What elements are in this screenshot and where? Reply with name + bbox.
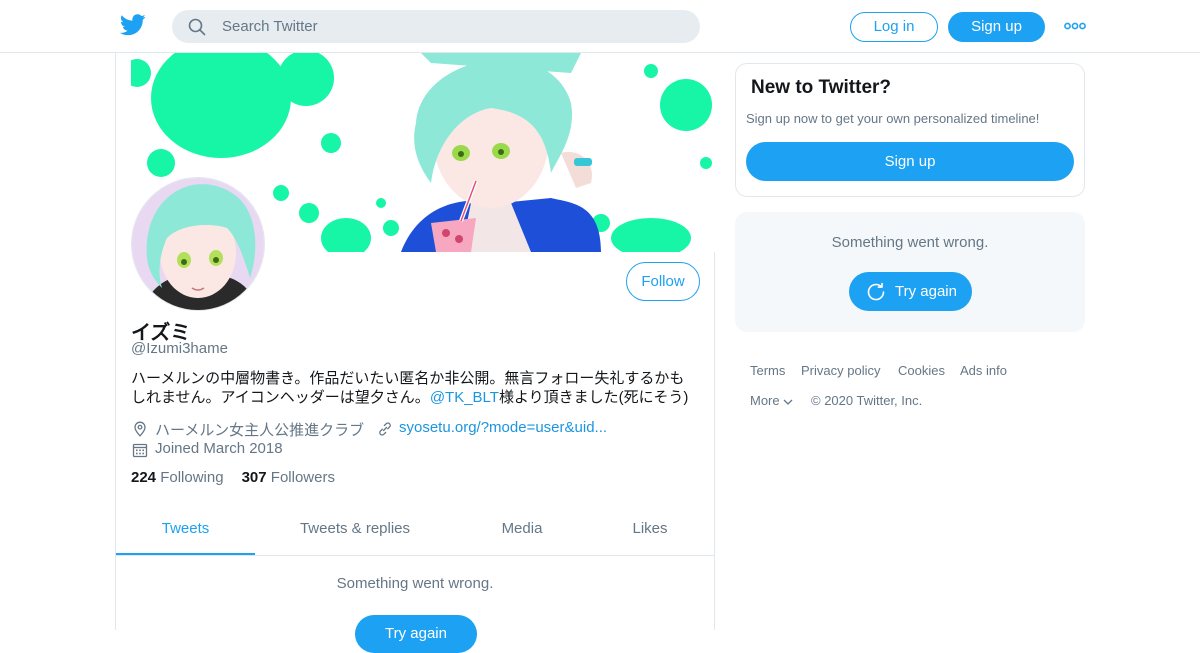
sidebar-error-message: Something went wrong. [831,234,989,251]
feed-try-again-button[interactable]: Try again [355,615,477,653]
footer-link-privacy[interactable]: Privacy policy [801,363,880,378]
profile-bio: ハーメルンの中層物書き。作品だいたい匿名か非公開。無言フォロー失礼するかも しれ… [131,369,701,407]
bio-line-1: ハーメルンの中層物書き。作品だいたい匿名か非公開。無言フォロー失礼するかも [131,370,685,387]
tab-tweets-and-replies[interactable]: Tweets & replies [285,506,425,555]
profile-joined-date: Joined March 2018 [155,440,283,457]
feed-try-again-label: Try again [385,625,447,642]
login-button[interactable]: Log in [850,12,938,42]
calendar-icon [132,443,148,458]
footer-link-ads-info[interactable]: Ads info [960,363,1007,378]
search-input[interactable] [222,10,682,43]
sidebar-try-again-button[interactable]: Try again [849,272,972,311]
tab-likes[interactable]: Likes [610,506,690,555]
sidebar-error-card: Something went wrong. Try again [735,212,1085,332]
profile-column: Follow イズミ @Izumi3hame ハーメルンの中層物書き。作品だいた… [115,53,715,653]
link-icon [379,422,391,436]
sidebar-try-again-label: Try again [895,283,957,300]
new-to-twitter-subtitle: Sign up now to get your own personalized… [746,111,1040,126]
bio-line-2-post: 様より頂きました(死にそう) [498,389,689,406]
search-box[interactable] [172,10,700,43]
follow-button[interactable]: Follow [626,262,700,301]
followers-label: Followers [270,469,335,486]
profile-meta-joined: Joined March 2018 [131,440,431,460]
feed-error-message: Something went wrong. [336,575,494,592]
sidebar-signup-button[interactable]: Sign up [746,142,1074,181]
refresh-icon [867,282,885,301]
bio-line-2-pre: しれません。アイコンヘッダーは望夕さん。 [131,389,430,406]
chevron-down-icon [783,399,793,405]
avatar-image [132,178,264,310]
new-to-twitter-title: New to Twitter? [751,77,892,98]
footer-more-label: More [750,393,780,408]
location-pin-icon [134,421,146,437]
profile-avatar[interactable] [131,177,265,311]
top-navigation-bar: Log in Sign up [0,0,1200,53]
profile-location: ハーメルン女主人公推進クラブ [155,422,365,439]
new-to-twitter-card: New to Twitter? Sign up now to get your … [735,63,1085,197]
profile-handle[interactable]: @Izumi3hame [131,340,228,357]
profile-stats: 224 Following 307 Followers [131,469,335,486]
footer-link-terms[interactable]: Terms [750,363,785,378]
footer-more-menu[interactable]: More [750,393,793,408]
following-label: Following [160,469,224,486]
bio-mention-link[interactable]: @TK_BLT [430,389,499,406]
footer-copyright: © 2020 Twitter, Inc. [811,393,923,408]
tab-tweets[interactable]: Tweets [116,506,255,555]
profile-website-link[interactable]: syosetu.org/?mode=user&uid... [399,419,607,436]
signup-button[interactable]: Sign up [948,12,1045,42]
followers-count: 307 [241,469,267,486]
profile-meta-location-website: ハーメルン女主人公推進クラブ syosetu.org/?mode=user&ui… [131,419,701,439]
followers-stat[interactable]: 307 Followers [242,469,335,486]
twitter-bird-logo-icon[interactable] [120,14,146,36]
following-stat[interactable]: 224 Following [131,469,224,486]
following-count: 224 [131,469,157,486]
tab-media[interactable]: Media [472,506,572,555]
footer-link-cookies[interactable]: Cookies [898,363,945,378]
profile-tabs: Tweets Tweets & replies Media Likes [116,506,714,556]
more-options-icon[interactable] [1064,20,1086,32]
search-icon [188,18,206,36]
